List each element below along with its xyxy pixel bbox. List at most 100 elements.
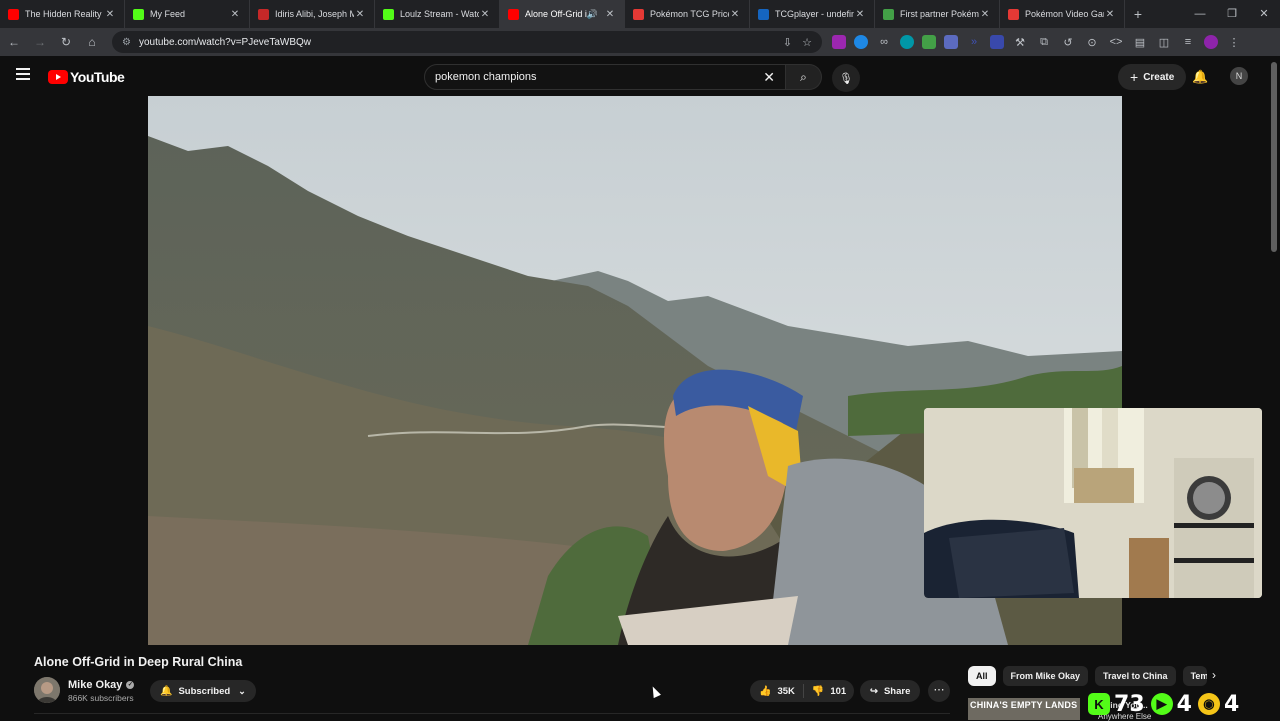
bell-icon: 🔔	[160, 685, 173, 697]
more-actions-button[interactable]: ⋯	[928, 680, 950, 702]
subscribed-button[interactable]: 🔔 Subscribed ⌄	[150, 680, 256, 702]
clear-search-icon[interactable]: ✕	[763, 69, 775, 86]
dislike-button[interactable]: 👎 101	[804, 686, 846, 697]
search-box: ✕	[424, 64, 786, 90]
like-button[interactable]: 👍 35K	[750, 684, 804, 698]
tab-close-icon[interactable]: ✕	[854, 9, 866, 20]
mouse-cursor	[649, 684, 661, 699]
extension-icon[interactable]	[990, 35, 1004, 49]
menu-icon[interactable]	[16, 68, 30, 83]
subscribed-label: Subscribed	[178, 685, 231, 697]
close-window-icon[interactable]: ✕	[1248, 0, 1280, 28]
video-title: Alone Off-Grid in Deep Rural China	[34, 655, 243, 669]
puzzle-icon[interactable]: ⧉	[1036, 36, 1052, 49]
extension-icon[interactable]	[922, 35, 936, 49]
chip-from-channel[interactable]: From Mike Okay	[1002, 666, 1089, 686]
extension-icon[interactable]: ⚒	[1012, 36, 1028, 49]
restore-icon[interactable]: ❐	[1216, 0, 1248, 28]
browser-tab[interactable]: Loulz Stream - Watch ✕	[375, 0, 500, 28]
youtube-logo[interactable]: YouTube	[48, 69, 125, 85]
create-button[interactable]: + Create	[1118, 64, 1187, 90]
counter-value: 4	[1176, 691, 1192, 717]
browser-tab[interactable]: Pokémon Video Gam ✕	[1000, 0, 1125, 28]
channel-name[interactable]: Mike Okay ✓	[68, 679, 135, 691]
verified-check-icon: ✓	[126, 681, 135, 690]
page-scrollbar[interactable]	[1271, 62, 1277, 252]
tab-audio-icon[interactable]: 🔊	[587, 9, 598, 20]
chip-tem[interactable]: Tem	[1182, 666, 1207, 686]
favicon-icon	[133, 8, 144, 20]
minimize-icon[interactable]: —	[1184, 0, 1216, 28]
webcam-overlay	[924, 408, 1262, 598]
share-button[interactable]: ↪ Share	[860, 680, 921, 702]
extensions-bar: ∞ » ⚒ ⧉ ↺ ⊙ <> ▤ ◫ ≡ ⋮	[828, 35, 1246, 49]
plus-icon: +	[1130, 69, 1139, 85]
recommendation-thumbnail[interactable]: CHINA'S EMPTY LANDS	[968, 698, 1080, 720]
tab-close-icon[interactable]: ✕	[1104, 9, 1116, 20]
browser-tab[interactable]: First partner Pokémo ✕	[875, 0, 1000, 28]
browser-tab[interactable]: Idiris Alibi, Joseph Mc ✕	[250, 0, 375, 28]
tab-close-icon[interactable]: ✕	[354, 9, 366, 20]
history-icon[interactable]: ↺	[1060, 36, 1076, 49]
extension-icon[interactable]: »	[966, 36, 982, 48]
browser-tab[interactable]: My Feed ✕	[125, 0, 250, 28]
chip-all[interactable]: All	[968, 666, 996, 686]
forward-icon[interactable]: →	[28, 35, 52, 49]
sidepanel-icon[interactable]: ◫	[1156, 36, 1172, 49]
camera-icon[interactable]: ⊙	[1084, 36, 1100, 49]
thumbnail-text: CHINA'S EMPTY LANDS	[970, 700, 1078, 710]
profile-avatar[interactable]	[1204, 35, 1218, 49]
install-app-icon[interactable]: ⇩	[783, 36, 792, 49]
thumbs-down-icon: 👎	[811, 685, 825, 697]
media-control-icon[interactable]: ≡	[1180, 36, 1196, 48]
reading-list-icon[interactable]: ▤	[1132, 36, 1148, 49]
favicon-icon	[633, 8, 644, 20]
voice-search-button[interactable]: 🎙	[832, 64, 860, 92]
search-input[interactable]	[435, 71, 758, 83]
extension-icon[interactable]	[854, 35, 868, 49]
chip-travel-to-china[interactable]: Travel to China	[1095, 666, 1176, 686]
tab-close-icon[interactable]: ✕	[229, 9, 241, 20]
tab-close-icon[interactable]: ✕	[979, 9, 991, 20]
browser-tab[interactable]: TCGplayer - undefine ✕	[750, 0, 875, 28]
extension-icon[interactable]	[944, 35, 958, 49]
account-avatar[interactable]: N	[1230, 67, 1248, 85]
browser-tab[interactable]: The Hidden Reality of ✕	[0, 0, 125, 28]
browser-toolbar: ← → ↻ ⌂ ⚙ youtube.com/watch?v=PJeveTaWBQ…	[0, 28, 1280, 56]
extension-icon[interactable]	[832, 35, 846, 49]
browser-tab[interactable]: Alone Off-Grid in 🔊 ✕	[500, 0, 625, 28]
notifications-bell-icon[interactable]: 🔔	[1192, 69, 1208, 85]
rumble-icon: ▶	[1150, 693, 1173, 715]
thumbs-up-icon: 👍	[759, 685, 772, 697]
browser-tab[interactable]: Pokémon TCG Price W✕	[625, 0, 750, 28]
channel-avatar[interactable]	[34, 677, 60, 703]
channel-avatar-image	[34, 677, 60, 703]
bookmark-star-icon[interactable]: ☆	[802, 36, 812, 49]
extension-icon[interactable]	[900, 35, 914, 49]
divider	[34, 713, 950, 714]
tab-close-icon[interactable]: ✕	[604, 9, 616, 20]
viewer-counter: ◉ 4	[1197, 692, 1239, 717]
window-controls: — ❐ ✕	[1184, 0, 1280, 28]
chevron-right-icon[interactable]: ›	[1212, 668, 1216, 682]
new-tab-button[interactable]: +	[1125, 6, 1151, 22]
back-icon[interactable]: ←	[2, 35, 26, 49]
channel-name-text: Mike Okay	[68, 679, 123, 691]
reload-icon[interactable]: ↻	[54, 35, 78, 49]
url-text: youtube.com/watch?v=PJeveTaWBQw	[138, 36, 311, 48]
counter-value: 7	[1114, 691, 1130, 717]
code-icon[interactable]: <>	[1108, 36, 1124, 48]
tab-close-icon[interactable]: ✕	[104, 9, 116, 20]
tab-close-icon[interactable]: ✕	[729, 9, 741, 20]
site-info-icon[interactable]: ⚙	[122, 37, 131, 48]
kick-icon: K	[1088, 693, 1110, 715]
address-bar[interactable]: ⚙ youtube.com/watch?v=PJeveTaWBQw ⇩ ☆	[112, 31, 822, 53]
browser-menu-icon[interactable]: ⋮	[1226, 36, 1242, 49]
home-icon[interactable]: ⌂	[80, 35, 104, 49]
browser-tab-strip: The Hidden Reality of ✕ My Feed ✕ Idiris Ali…	[0, 0, 1280, 28]
tab-close-icon[interactable]: ✕	[479, 9, 491, 20]
subscriber-count: 866K subscribers	[68, 693, 134, 703]
extension-icon[interactable]: ∞	[876, 36, 892, 48]
search-button[interactable]: ⌕	[786, 64, 822, 90]
youtube-play-icon	[48, 70, 68, 84]
